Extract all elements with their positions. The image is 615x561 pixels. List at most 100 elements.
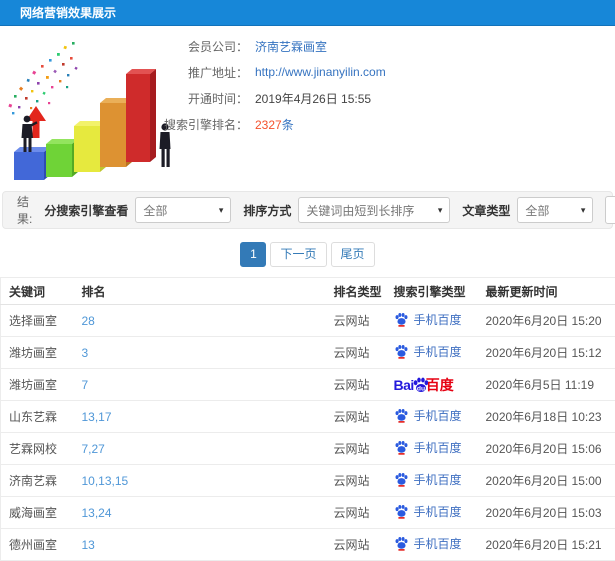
next-page-button[interactable]: 下一页 (270, 242, 326, 267)
rank-link[interactable]: 13 (82, 538, 95, 552)
submit-button[interactable]: 提交 (605, 196, 615, 224)
rank-count-unit: 条 (282, 118, 294, 132)
engine-label: 手机百度 (414, 343, 462, 360)
baidu-logo-du: du (417, 385, 425, 392)
promo-url-link[interactable]: http://www.jinanyilin.com (255, 65, 386, 79)
cell-updated: 2020年6月20日 15:00 (485, 465, 615, 497)
baidu-paw-icon (394, 503, 409, 519)
cell-engine: 手机百度 Bai du 百度 (393, 401, 485, 433)
rank-link[interactable]: 7,27 (82, 442, 105, 456)
cell-rank-type: 云网站 (333, 305, 393, 337)
cell-engine: 手机百度 Bai du 百度 (393, 529, 485, 561)
sort-select[interactable]: 关键词由短到长排序 ▾ (298, 197, 450, 223)
cell-engine: 手机百度 Bai du 百度 (393, 433, 485, 465)
col-header-engine-type: 搜索引擎类型 (393, 278, 485, 305)
cell-engine: 手机百度 Bai du 百度 (393, 337, 485, 369)
engine-select-value: 全部 (143, 202, 167, 219)
engine-label: 手机百度 (414, 407, 462, 424)
cell-updated: 2020年6月20日 15:06 (485, 433, 615, 465)
table-row: 威海画室 13,24 云网站 手机百度 Bai du 百度 2020年6月20日… (1, 497, 615, 529)
promo-url-label: 推广地址： (0, 64, 248, 81)
cell-rank-type: 云网站 (333, 465, 393, 497)
results-table: 关键词 排名 排名类型 搜索引擎类型 最新更新时间 选择画室 28 云网站 手机… (0, 277, 615, 561)
cell-updated: 2020年6月20日 15:21 (485, 529, 615, 561)
col-header-updated: 最新更新时间 (485, 278, 615, 305)
table-row: 选择画室 28 云网站 手机百度 Bai du 百度 2020年6月20日 15… (1, 305, 615, 337)
mobile-baidu-badge[interactable]: 手机百度 (394, 407, 462, 424)
page-button-current[interactable]: 1 (240, 242, 266, 267)
cell-keyword: 选择画室 (1, 305, 81, 337)
chevron-down-icon: ▾ (575, 205, 586, 216)
rank-link[interactable]: 28 (82, 314, 95, 328)
filter-bar: 结果: 分搜索引擎查看 全部 ▾ 排序方式 关键词由短到长排序 ▾ 文章类型 全… (2, 191, 613, 229)
result-label: 结果: (17, 193, 32, 227)
article-type-select[interactable]: 全部 ▾ (517, 197, 593, 223)
cell-engine: 手机百度 Bai du 百度 (393, 369, 485, 401)
cell-updated: 2020年6月20日 15:12 (485, 337, 615, 369)
chevron-down-icon: ▾ (213, 205, 224, 216)
cell-rank-type: 云网站 (333, 497, 393, 529)
member-info-form: 会员公司： 济南艺霖画室 推广地址： http://www.jinanyilin… (0, 39, 615, 143)
rank-link[interactable]: 13,24 (82, 506, 112, 520)
rank-link[interactable]: 7 (82, 378, 89, 392)
pagination: 1 下一页 尾页 (0, 242, 615, 267)
cell-engine: 手机百度 Bai du 百度 (393, 497, 485, 529)
window-titlebar: 网络营销效果展示 (0, 0, 615, 26)
table-row: 济南艺霖 10,13,15 云网站 手机百度 Bai du 百度 2020年6月… (1, 465, 615, 497)
rank-count-number: 2327 (255, 118, 282, 132)
info-row-company: 会员公司： 济南艺霖画室 (0, 39, 615, 53)
info-row-url: 推广地址： http://www.jinanyilin.com (0, 65, 615, 79)
sort-filter-label: 排序方式 (243, 202, 291, 219)
last-page-button[interactable]: 尾页 (331, 242, 375, 267)
cell-updated: 2020年6月5日 11:19 (485, 369, 615, 401)
rank-count-label: 搜索引擎排名： (0, 116, 248, 133)
engine-filter-label: 分搜索引擎查看 (44, 202, 128, 219)
cell-updated: 2020年6月20日 15:03 (485, 497, 615, 529)
cell-engine: 手机百度 Bai du 百度 (393, 305, 485, 337)
info-row-rank-count: 搜索引擎排名： 2327条 (0, 117, 615, 131)
filter-controls: 分搜索引擎查看 全部 ▾ 排序方式 关键词由短到长排序 ▾ 文章类型 全部 ▾ … (32, 196, 615, 224)
baidu-logo-cn: 百度 (426, 375, 454, 395)
cell-rank-type: 云网站 (333, 337, 393, 369)
baidu-paw-icon (394, 407, 409, 423)
cell-keyword: 威海画室 (1, 497, 81, 529)
table-row: 潍坊画室 7 云网站 手机百度 Bai du 百度 2020年6月5日 11:1… (1, 369, 615, 401)
mobile-baidu-badge[interactable]: 手机百度 (394, 503, 462, 520)
company-link[interactable]: 济南艺霖画室 (255, 40, 327, 54)
page-title: 网络营销效果展示 (20, 6, 116, 20)
article-type-filter-label: 文章类型 (462, 202, 510, 219)
engine-label: 手机百度 (414, 535, 462, 552)
rank-link[interactable]: 13,17 (82, 410, 112, 424)
table-header: 关键词 排名 排名类型 搜索引擎类型 最新更新时间 (1, 278, 615, 305)
col-header-rank-type: 排名类型 (333, 278, 393, 305)
sort-select-value: 关键词由短到长排序 (306, 202, 414, 219)
table-row: 德州画室 13 云网站 手机百度 Bai du 百度 2020年6月20日 15… (1, 529, 615, 561)
mobile-baidu-badge[interactable]: 手机百度 (394, 343, 462, 360)
rank-link[interactable]: 10,13,15 (82, 474, 129, 488)
company-label: 会员公司： (0, 38, 248, 55)
col-header-keyword: 关键词 (1, 278, 81, 305)
engine-label: 手机百度 (414, 471, 462, 488)
mobile-baidu-badge[interactable]: 手机百度 (394, 311, 462, 328)
cell-keyword: 德州画室 (1, 529, 81, 561)
table-row: 山东艺霖 13,17 云网站 手机百度 Bai du 百度 2020年6月18日… (1, 401, 615, 433)
baidu-paw-icon (394, 439, 409, 455)
cell-keyword: 潍坊画室 (1, 337, 81, 369)
article-type-select-value: 全部 (525, 202, 549, 219)
mobile-baidu-badge[interactable]: 手机百度 (394, 535, 462, 552)
cell-engine: 手机百度 Bai du 百度 (393, 465, 485, 497)
cell-keyword: 山东艺霖 (1, 401, 81, 433)
mobile-baidu-badge[interactable]: 手机百度 (394, 439, 462, 456)
baidu-paw-icon (394, 535, 409, 551)
rank-count-value[interactable]: 2327条 (255, 116, 294, 133)
baidu-logo[interactable]: Bai du 百度 (394, 375, 454, 395)
table-body: 选择画室 28 云网站 手机百度 Bai du 百度 2020年6月20日 15… (1, 305, 615, 561)
baidu-logo-bai: Bai (394, 377, 414, 393)
rank-link[interactable]: 3 (82, 346, 89, 360)
cell-updated: 2020年6月18日 10:23 (485, 401, 615, 433)
cell-rank-type: 云网站 (333, 433, 393, 465)
cell-keyword: 艺霖网校 (1, 433, 81, 465)
engine-select[interactable]: 全部 ▾ (135, 197, 231, 223)
mobile-baidu-badge[interactable]: 手机百度 (394, 471, 462, 488)
baidu-paw-icon (394, 311, 409, 327)
